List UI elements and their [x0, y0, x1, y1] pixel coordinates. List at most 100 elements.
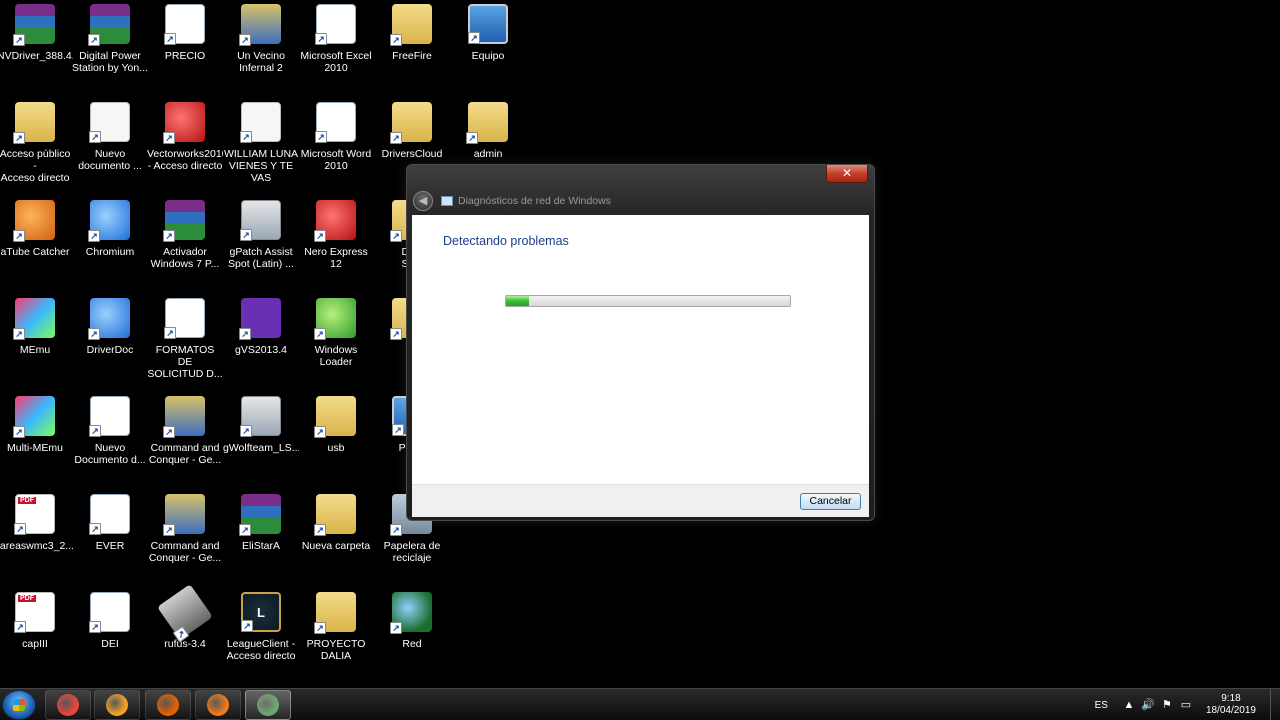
taskbar-network-diagnostics-button[interactable]	[245, 690, 291, 720]
dialog-content: Detectando problemas	[412, 215, 869, 484]
desktop-icon[interactable]: W ↗ Microsoft Word 2010	[298, 100, 374, 192]
globe-icon: ↗	[390, 592, 432, 634]
network-icon[interactable]: ▭	[1179, 698, 1193, 712]
desktop-icon[interactable]: ↗ gPatch Assist Spot (Latin) ...	[223, 198, 299, 290]
desktop-icon[interactable]: ↗ Equipo	[450, 2, 526, 94]
desktop-icon-label: Digital Power Station by Yon...	[72, 50, 148, 74]
desktop-icon[interactable]: ↗ Command and Conquer - Ge...	[147, 394, 223, 486]
shortcut-arrow-icon: ↗	[89, 621, 101, 633]
desktop-icon-label: Command and Conquer - Ge...	[148, 540, 222, 564]
shortcut-arrow-icon: ↗	[468, 32, 480, 44]
desktop-icon[interactable]: ↗ aTube Catcher	[0, 198, 73, 290]
desktop-icon[interactable]: ↗ EliStarA	[223, 492, 299, 584]
desktop-icon-label: Activador Windows 7 P...	[150, 246, 220, 270]
shortcut-arrow-icon: ↗	[239, 524, 251, 536]
start-button[interactable]	[2, 690, 36, 720]
shortcut-arrow-icon: ↗	[163, 426, 175, 438]
desktop-icon[interactable]: ↗ DriverDoc	[72, 296, 148, 388]
blue-icon: ↗	[88, 298, 130, 340]
shortcut-arrow-icon: ↗	[13, 230, 25, 242]
taskbar-firefox-button[interactable]	[145, 690, 191, 720]
desktop-icon[interactable]: ↗ Command and Conquer - Ge...	[147, 492, 223, 584]
desktop-icon[interactable]: ↗ NVDriver_388.4...	[0, 2, 73, 94]
shortcut-arrow-icon: ↗	[314, 230, 326, 242]
desktop-icon-label: gVS2013.4	[235, 344, 287, 356]
clock[interactable]: 9:18 18/04/2019	[1206, 693, 1256, 717]
taskbar-chrome-button[interactable]	[45, 690, 91, 720]
desktop-icon[interactable]: ↗ Vectorworks2010 - Acceso directo	[147, 100, 223, 192]
desktop-icon-label: gWolfteam_LS...	[223, 442, 299, 454]
desktop-icon[interactable]: ↗ Chromium	[72, 198, 148, 290]
show-desktop-button[interactable]	[1270, 689, 1280, 720]
taskbar-atube-catcher-button[interactable]	[195, 690, 241, 720]
shortcut-arrow-icon: ↗	[14, 523, 26, 535]
desktop-icon[interactable]: ↗ Red	[374, 590, 450, 682]
shortcut-arrow-icon: ↗	[89, 523, 101, 535]
lol-icon: L ↗	[241, 592, 281, 632]
shortcut-arrow-icon: ↗	[315, 131, 327, 143]
desktop-icon-label: Nuevo Documento d...	[74, 442, 146, 466]
shortcut-arrow-icon: ↗	[390, 132, 402, 144]
taskbar: ES ▲ 🔊 ⚑ ▭ 9:18 18/04/2019	[0, 688, 1280, 720]
desktop-icon[interactable]: ↗ gVS2013.4	[223, 296, 299, 388]
desktop-icon[interactable]: ↗ Un Vecino Infernal 2	[223, 2, 299, 94]
chevron-up-icon[interactable]: ▲	[1122, 698, 1136, 712]
desktop-icon-label: Papelera de reciclaje	[383, 540, 441, 564]
desktop-icon[interactable]: L ↗ LeagueClient - Acceso directo	[223, 590, 299, 682]
desktop-icon[interactable]: ↗ Activador Windows 7 P...	[147, 198, 223, 290]
desktop-icon-label: FreeFire	[392, 50, 432, 62]
desktop-icon[interactable]: ↗ Acceso público - Acceso directo	[0, 100, 73, 192]
flag-icon[interactable]: ⚑	[1160, 698, 1174, 712]
media-player-icon	[106, 694, 128, 716]
volume-icon[interactable]: 🔊	[1141, 698, 1155, 712]
firefox-icon	[157, 694, 179, 716]
taskbar-media-player-button[interactable]	[94, 690, 140, 720]
desktop-icon[interactable]: ↗ gWolfteam_LS...	[223, 394, 299, 486]
folder-icon: ↗	[314, 494, 356, 536]
icon-letter: X	[331, 16, 341, 32]
excel-icon: X ↗	[164, 298, 205, 339]
cancel-button[interactable]: Cancelar	[800, 493, 861, 510]
desktop-icon[interactable]: ↗ usb	[298, 394, 374, 486]
desktop-icon[interactable]: W ↗ DEI	[72, 590, 148, 682]
desktop-icon[interactable]: ↗ rufus-3.4	[147, 584, 223, 682]
desktop-icon[interactable]: PDF ↗ tareaswmc3_2...	[0, 492, 73, 584]
desktop-icon[interactable]: ↗ Windows Loader	[298, 296, 374, 388]
chrome-icon	[57, 694, 79, 716]
desktop-icon-label: DriversCloud	[381, 148, 443, 160]
blue-icon: ↗	[88, 200, 130, 242]
desktop-icon[interactable]: ↗ MEmu	[0, 296, 73, 388]
desktop-icon-label: NVDriver_388.4...	[0, 50, 73, 62]
network-diagnostics-icon	[441, 196, 453, 206]
desktop-icon-label: Vectorworks2010 - Acceso directo	[147, 148, 223, 172]
desktop-icon-label: PRECIO	[164, 50, 206, 62]
desktop-icon[interactable]: ↗ Nero Express 12	[298, 198, 374, 290]
desktop-icon[interactable]: ↗ Nuevo documento ...	[72, 100, 148, 192]
desktop-icon[interactable]: ↗ Digital Power Station by Yon...	[72, 2, 148, 94]
desktop-icon[interactable]: ↗ PROYECTO DALIA	[298, 590, 374, 682]
icon-letter: W	[178, 16, 192, 32]
desktop-icon[interactable]: ↗ FreeFire	[374, 2, 450, 94]
desktop-icon[interactable]: ↗ Multi-MEmu	[0, 394, 73, 486]
shortcut-arrow-icon: ↗	[163, 524, 175, 536]
icon-letter: W	[103, 604, 117, 620]
desktop-icon[interactable]: W ↗ Nuevo Documento d...	[72, 394, 148, 486]
desktop-icon[interactable]: ↗ WILLIAM LUNA VIENES Y TE VAS	[223, 100, 299, 192]
desktop-icon[interactable]: PDF ↗ capIII	[0, 590, 73, 682]
red-icon: ↗	[163, 102, 205, 144]
desktop-icon[interactable]: X ↗ EVER	[72, 492, 148, 584]
desktop-icon[interactable]: W ↗ PRECIO	[147, 2, 223, 94]
rar-icon: ↗	[163, 200, 205, 242]
desktop-icon-label: Red	[402, 638, 422, 650]
monitor-icon: ↗	[468, 4, 508, 44]
desktop-icon[interactable]: X ↗ Microsoft Excel 2010	[298, 2, 374, 94]
pdf-icon: PDF ↗	[14, 592, 55, 633]
desktop-icon-label: Acceso público - Acceso directo	[0, 148, 71, 184]
desktop-icon[interactable]: ↗ Nueva carpeta	[298, 492, 374, 584]
desktop-icon[interactable]: X ↗ FORMATOS DE SOLICITUD D...	[147, 296, 223, 388]
close-button[interactable]: ✕	[826, 165, 868, 183]
back-arrow-icon[interactable]: ◀	[413, 191, 433, 211]
shortcut-arrow-icon: ↗	[88, 328, 100, 340]
desktop-icon-label: gPatch Assist Spot (Latin) ...	[228, 246, 294, 270]
language-indicator[interactable]: ES	[1095, 700, 1108, 711]
